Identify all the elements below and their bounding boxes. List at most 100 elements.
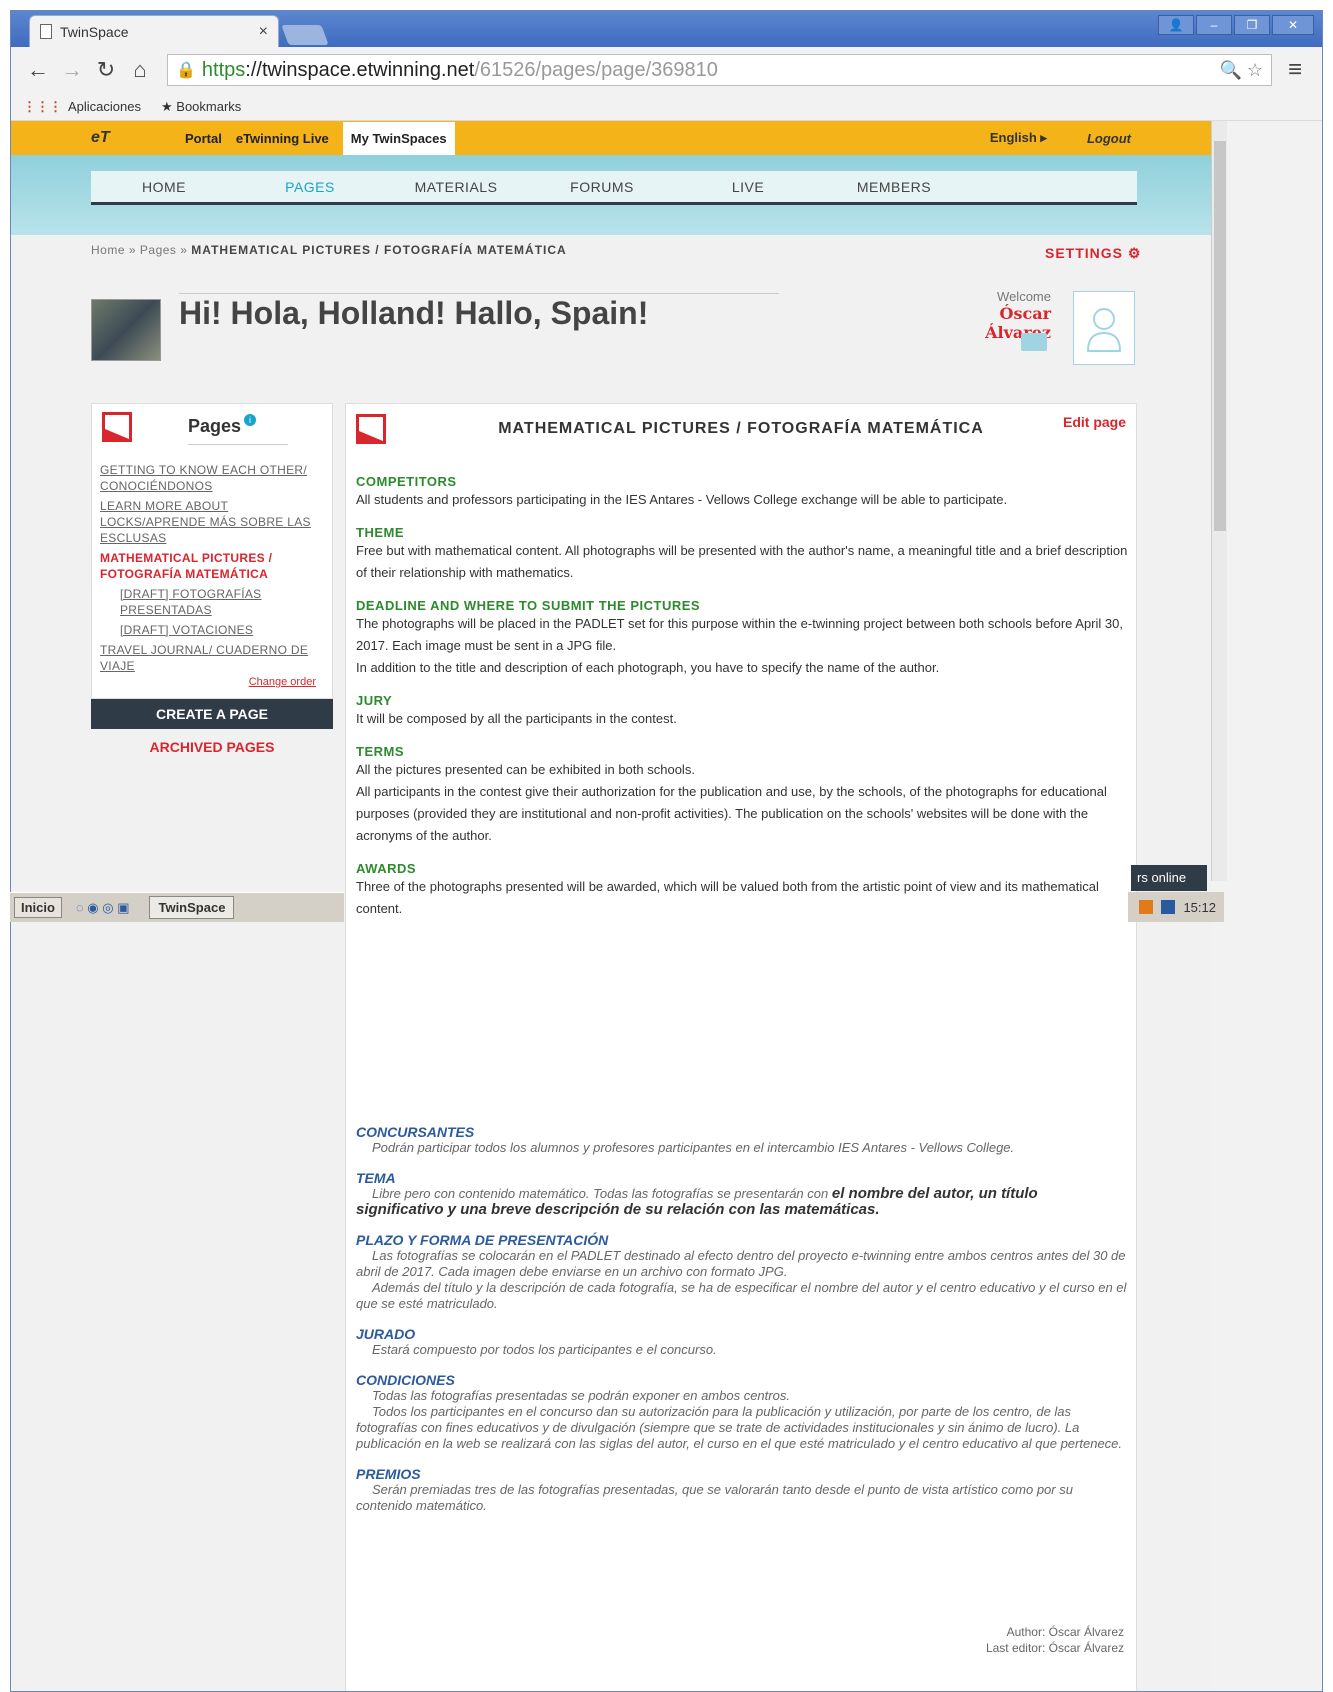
page-icon	[40, 24, 52, 39]
es-section-text: Libre pero con contenido matemático. Tod…	[356, 1185, 1038, 1218]
es-section-heading: CONCURSANTES	[356, 1124, 475, 1140]
new-tab-button[interactable]	[281, 25, 329, 45]
sidebar-item-learn-more[interactable]: LEARN MORE ABOUT LOCKS/APRENDE MÁS SOBRE…	[100, 498, 320, 546]
section-heading: AWARDS	[356, 861, 417, 876]
sidebar-item-draft-fotografias[interactable]: [DRAFT] FOTOGRAFÍAS PRESENTADAS	[120, 586, 320, 618]
section-heading: JURY	[356, 693, 393, 708]
taskbar-item-twinspace[interactable]: TwinSpace	[149, 896, 235, 919]
url-field[interactable]: 🔒 https://twinspace.etwinning.net/61526/…	[167, 54, 1272, 86]
nav-forums[interactable]: FORUMS	[529, 179, 675, 195]
reload-icon[interactable]: ↻	[89, 57, 123, 83]
minimize-icon[interactable]: –	[1196, 15, 1232, 35]
close-window-icon[interactable]: ✕	[1272, 15, 1314, 35]
es-section-text: Además del título y la descripción de ca…	[356, 1280, 1127, 1311]
flag-icon	[102, 412, 132, 442]
nav-live[interactable]: LIVE	[675, 179, 821, 195]
change-order-link[interactable]: Change order	[249, 676, 316, 688]
nav-materials[interactable]: MATERIALS	[383, 179, 529, 195]
section-heading: COMPETITORS	[356, 474, 457, 489]
zoom-star-icons[interactable]: 🔍 ☆	[1219, 60, 1263, 81]
start-button[interactable]: Inicio	[14, 897, 62, 918]
page-title: Hi! Hola, Holland! Hallo, Spain!	[179, 295, 649, 331]
create-page-button[interactable]: CREATE A PAGE	[91, 699, 333, 729]
author-line: Author: Óscar Álvarez	[1006, 1625, 1124, 1639]
es-section-text: Serán premiadas tres de las fotografías …	[356, 1482, 1073, 1513]
back-icon[interactable]: ←	[21, 57, 55, 83]
section-text: All students and professors participatin…	[356, 492, 1008, 507]
sidebar-item-getting-to-know[interactable]: GETTING TO KNOW EACH OTHER/ CONOCIÉNDONO…	[100, 462, 320, 494]
person-icon	[1086, 308, 1122, 352]
archived-pages-link[interactable]: ARCHIVED PAGES	[91, 739, 333, 755]
users-online-button[interactable]: rs online	[1131, 865, 1207, 891]
mail-icon[interactable]	[1021, 333, 1047, 351]
address-bar: ← → ↻ ⌂ 🔒 https://twinspace.etwinning.ne…	[11, 47, 1322, 93]
tray-app-icon[interactable]	[1139, 900, 1154, 914]
nav-pages[interactable]: PAGES	[237, 179, 383, 195]
section-text: In addition to the title and description…	[356, 660, 940, 675]
logout-link[interactable]: Logout	[1087, 131, 1131, 146]
scroll-thumb[interactable]	[1214, 141, 1226, 531]
tray-app-icon[interactable]	[1161, 900, 1176, 914]
section-text: The photographs will be placed in the PA…	[356, 616, 1123, 653]
pages-list: GETTING TO KNOW EACH OTHER/ CONOCIÉNDONO…	[100, 462, 320, 678]
home-icon[interactable]: ⌂	[123, 57, 157, 83]
portal-link[interactable]: Portal	[185, 131, 222, 146]
breadcrumb-pages[interactable]: Pages	[140, 243, 177, 257]
section-text: All participants in the contest give the…	[356, 784, 1107, 843]
main-nav: HOME PAGES MATERIALS FORUMS LIVE MEMBERS	[91, 171, 1137, 205]
nav-members[interactable]: MEMBERS	[821, 179, 967, 195]
pages-sidebar: Pages i GETTING TO KNOW EACH OTHER/ CONO…	[91, 403, 333, 699]
section-text: Free but with mathematical content. All …	[356, 543, 1128, 580]
sidebar-title: Pages	[188, 416, 242, 436]
section-heading: DEADLINE AND WHERE TO SUBMIT THE PICTURE…	[356, 598, 701, 613]
lock-icon: 🔒	[176, 62, 196, 79]
sidebar-item-mathematical-pictures[interactable]: MATHEMATICAL PICTURES / FOTOGRAFÍA MATEM…	[100, 550, 320, 582]
section-text: Three of the photographs presented will …	[356, 879, 1099, 916]
scrollbar[interactable]	[1211, 121, 1227, 881]
es-section-text: Las fotografías se colocarán en el PADLE…	[356, 1248, 1126, 1279]
edit-page-button[interactable]: Edit page	[1063, 414, 1126, 430]
system-tray: 15:12	[1128, 892, 1224, 922]
bookmark-apps[interactable]: ⋮⋮⋮ Aplicaciones	[23, 99, 141, 115]
forward-icon[interactable]: →	[55, 57, 89, 83]
tab-close-icon[interactable]: ×	[259, 23, 268, 41]
content-title: MATHEMATICAL PICTURES / FOTOGRAFÍA MATEM…	[498, 420, 984, 437]
es-section-text: Todas las fotografías presentadas se pod…	[372, 1388, 790, 1403]
apps-grid-icon: ⋮⋮⋮	[23, 98, 62, 114]
sidebar-item-travel-journal[interactable]: TRAVEL JOURNAL/ CUADERNO DE VIAJE	[100, 642, 320, 674]
language-selector[interactable]: English ▸	[990, 130, 1047, 146]
user-icon[interactable]: 👤	[1158, 15, 1194, 35]
browser-window: TwinSpace × 👤 – ❐ ✕ ← → ↻ ⌂ 🔒 https://tw…	[10, 10, 1323, 1692]
avatar[interactable]	[1073, 291, 1135, 365]
es-section-heading: CONDICIONES	[356, 1372, 455, 1388]
sidebar-item-draft-votaciones[interactable]: [DRAFT] VOTACIONES	[120, 622, 320, 638]
title-bar: TwinSpace × 👤 – ❐ ✕	[11, 11, 1322, 47]
section-heading: THEME	[356, 525, 404, 540]
menu-icon[interactable]: ≡	[1278, 56, 1312, 84]
url-scheme: https	[201, 58, 246, 81]
es-section-text: Todos los participantes en el concurso d…	[356, 1404, 1123, 1451]
es-section-text: Estará compuesto por todos los participa…	[372, 1342, 717, 1357]
section-text: All the pictures presented can be exhibi…	[356, 762, 695, 777]
maximize-icon[interactable]: ❐	[1234, 15, 1270, 35]
quicklaunch-icons[interactable]: ◌ ◉ ◎ ▣	[76, 900, 130, 916]
etwinning-logo[interactable]: eT	[91, 129, 171, 147]
nav-home[interactable]: HOME	[91, 179, 237, 195]
browser-tab[interactable]: TwinSpace ×	[29, 15, 279, 47]
breadcrumb-home[interactable]: Home	[91, 243, 125, 257]
breadcrumb: Home » Pages » MATHEMATICAL PICTURES / F…	[91, 243, 567, 257]
settings-button[interactable]: SETTINGS ⚙	[1045, 245, 1141, 262]
bookmark-bookmarks[interactable]: ★ Bookmarks	[161, 99, 241, 115]
es-section-heading: PREMIOS	[356, 1466, 421, 1482]
welcome-label: Welcome	[997, 289, 1051, 304]
es-section-text: Podrán participar todos los alumnos y pr…	[372, 1140, 1015, 1155]
info-icon[interactable]: i	[244, 414, 256, 426]
my-twinspaces-link[interactable]: My TwinSpaces	[342, 121, 455, 155]
title-divider	[179, 293, 779, 294]
section-text: It will be composed by all the participa…	[356, 711, 677, 726]
etwinning-live-link[interactable]: eTwinning Live	[236, 131, 329, 146]
star-icon: ★	[161, 98, 177, 114]
twinspace-thumbnail	[91, 299, 161, 361]
etwinning-topbar: eT Portal eTwinning Live My TwinSpaces E…	[11, 121, 1211, 155]
es-section-heading: TEMA	[356, 1170, 396, 1186]
